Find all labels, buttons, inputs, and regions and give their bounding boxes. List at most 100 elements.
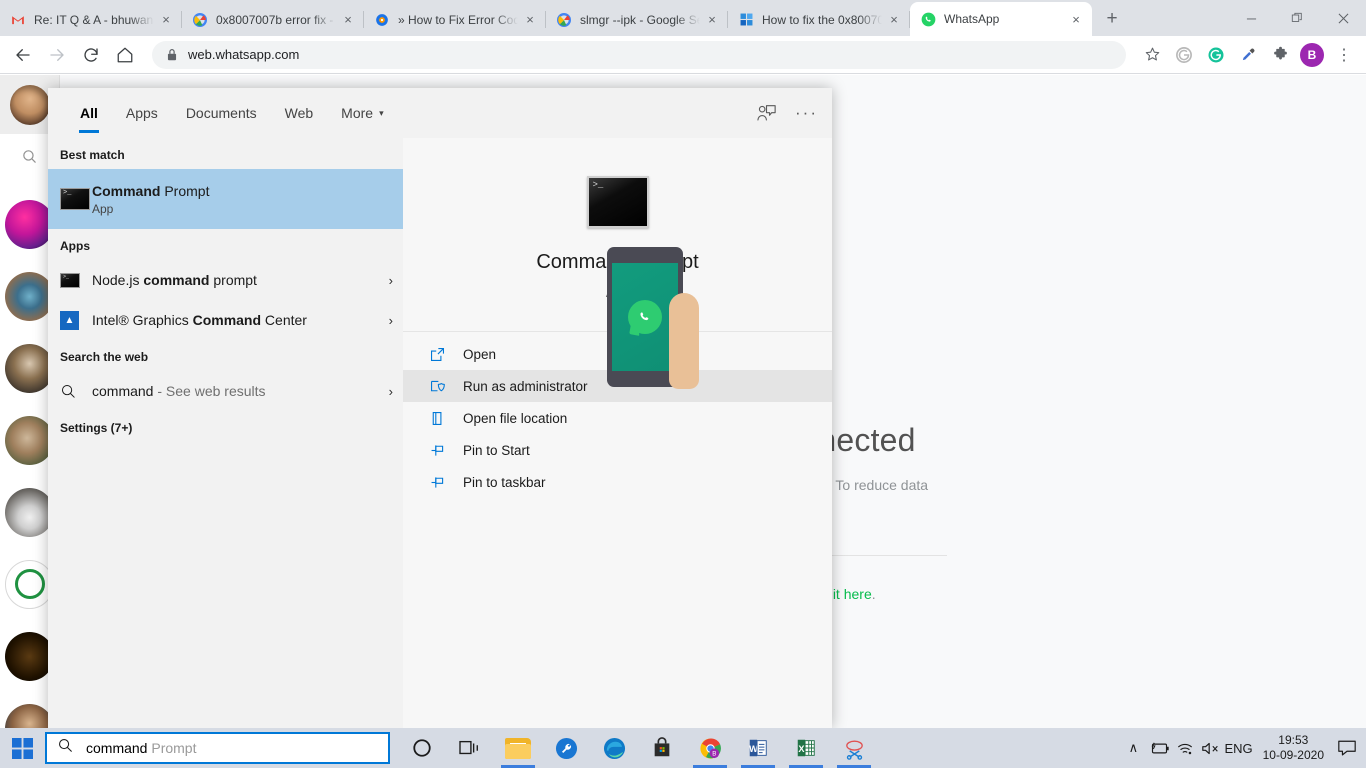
shield-run-icon: [429, 378, 463, 395]
tab-apps[interactable]: Apps: [112, 88, 172, 138]
file-explorer-button[interactable]: [494, 728, 542, 768]
show-hidden-icons-button[interactable]: ∧: [1120, 728, 1146, 768]
wifi-icon[interactable]: [1172, 728, 1198, 768]
tab-documents[interactable]: Documents: [172, 88, 271, 138]
result-web-command[interactable]: command - See web results ›: [48, 371, 403, 411]
maximize-restore-button[interactable]: [1274, 0, 1320, 36]
avatar: [5, 416, 54, 465]
result-title-rest: Prompt: [160, 183, 209, 199]
command-prompt-icon: [60, 188, 92, 210]
avatar: [5, 272, 54, 321]
chevron-right-icon[interactable]: ›: [383, 384, 393, 399]
cortana-button[interactable]: [398, 728, 446, 768]
snip-and-sketch-button[interactable]: [830, 728, 878, 768]
browser-tab-label: slmgr --ipk - Google Se: [580, 13, 700, 27]
clock[interactable]: 19:53 10-09-2020: [1253, 733, 1334, 763]
close-icon[interactable]: ×: [158, 12, 174, 28]
volume-muted-icon[interactable]: [1198, 728, 1224, 768]
action-pin-to-start[interactable]: Pin to Start: [403, 434, 832, 466]
action-label: Pin to taskbar: [463, 475, 546, 490]
close-icon[interactable]: ×: [886, 12, 902, 28]
browser-tab-5[interactable]: WhatsApp ×: [910, 2, 1092, 36]
browser-toolbar: web.whatsapp.com B ⋮: [0, 36, 1366, 74]
start-button[interactable]: [0, 728, 45, 768]
action-pin-to-taskbar[interactable]: Pin to taskbar: [403, 466, 832, 498]
svg-text:X: X: [798, 744, 805, 754]
address-bar[interactable]: web.whatsapp.com: [152, 41, 1126, 69]
tab-all[interactable]: All: [66, 88, 112, 138]
action-open-file-location[interactable]: Open file location: [403, 402, 832, 434]
browser-tab-3[interactable]: slmgr --ipk - Google Se ×: [546, 3, 728, 36]
close-icon[interactable]: ×: [704, 12, 720, 28]
result-best-match-command-prompt[interactable]: Command Prompt App: [48, 169, 403, 229]
whatsapp-icon: [920, 11, 936, 27]
chevron-right-icon[interactable]: ›: [383, 273, 393, 288]
browser-tab-bar: Re: IT Q & A - bhuwana × 0x8007007b erro…: [0, 0, 1366, 36]
battery-charging-icon[interactable]: [1146, 728, 1172, 768]
reload-icon[interactable]: [76, 40, 106, 70]
svg-text:B: B: [712, 750, 716, 757]
google-chrome-button[interactable]: B: [686, 728, 734, 768]
screen: Re: IT Q & A - bhuwana × 0x8007007b erro…: [0, 0, 1366, 768]
forward-icon[interactable]: [42, 40, 72, 70]
browser-tab-4[interactable]: How to fix the 0x800700 ×: [728, 3, 910, 36]
new-tab-button[interactable]: +: [1098, 5, 1126, 33]
task-view-button[interactable]: [446, 728, 494, 768]
tab-web[interactable]: Web: [271, 88, 328, 138]
action-label: Open file location: [463, 411, 567, 426]
eyedropper-icon[interactable]: [1234, 41, 1262, 69]
microsoft-store-button[interactable]: [638, 728, 686, 768]
microsoft-word-button[interactable]: W: [734, 728, 782, 768]
my-avatar[interactable]: [10, 85, 50, 125]
open-icon: [429, 346, 463, 363]
feedback-person-icon[interactable]: [756, 104, 777, 123]
browser-tab-1[interactable]: 0x8007007b error fix - G ×: [182, 3, 364, 36]
chrome-menu-icon[interactable]: ⋮: [1330, 41, 1358, 69]
close-icon[interactable]: ×: [522, 12, 538, 28]
profile-avatar[interactable]: B: [1298, 41, 1326, 69]
close-icon[interactable]: ×: [340, 12, 356, 28]
taskbar-search-input[interactable]: command Prompt: [45, 732, 390, 764]
tab-more[interactable]: More ▾: [327, 88, 397, 138]
result-app-nodejs-command-prompt[interactable]: Node.js command prompt ›: [48, 260, 403, 300]
search-results-list: Best match Command Prompt App Apps Node.…: [48, 138, 403, 728]
result-query: command: [92, 383, 153, 399]
settings-tool-button[interactable]: [542, 728, 590, 768]
result-title: command - See web results: [92, 383, 383, 399]
window-controls: [1228, 0, 1366, 36]
result-title-pre: Node.js: [92, 272, 143, 288]
taskbar-app-buttons: B W X: [398, 728, 878, 768]
result-title-bold: command: [143, 272, 209, 288]
minimize-button[interactable]: [1228, 0, 1274, 36]
close-icon[interactable]: ×: [1068, 11, 1084, 27]
avatar: [5, 200, 54, 249]
microsoft-edge-button[interactable]: [590, 728, 638, 768]
grammarly-g-icon[interactable]: [1202, 41, 1230, 69]
back-icon[interactable]: [8, 40, 38, 70]
microsoft-excel-button[interactable]: X: [782, 728, 830, 768]
chevron-right-icon[interactable]: ›: [383, 313, 393, 328]
result-query-suffix: - See web results: [153, 383, 265, 399]
home-icon[interactable]: [110, 40, 140, 70]
gmail-icon: [10, 12, 26, 28]
close-window-button[interactable]: [1320, 0, 1366, 36]
extensions-puzzle-icon[interactable]: [1266, 41, 1294, 69]
tab-label: All: [80, 105, 98, 121]
avatar: [5, 632, 54, 681]
browser-tab-label: 0x8007007b error fix - G: [216, 13, 336, 27]
result-app-intel-graphics-command-center[interactable]: ▲ Intel® Graphics Command Center ›: [48, 300, 403, 340]
group-header-search-the-web: Search the web: [48, 340, 403, 371]
address-text: web.whatsapp.com: [188, 47, 299, 62]
language-indicator[interactable]: ENG: [1224, 728, 1252, 768]
clock-time: 19:53: [1278, 733, 1308, 748]
bookmark-star-icon[interactable]: [1138, 41, 1166, 69]
browser-tab-2[interactable]: » How to Fix Error Code ×: [364, 3, 546, 36]
grammarly-icon[interactable]: [1170, 41, 1198, 69]
nodejs-icon: [60, 273, 92, 288]
action-label: Pin to Start: [463, 443, 530, 458]
action-center-icon[interactable]: [1334, 728, 1360, 768]
action-label: Open: [463, 347, 496, 362]
more-options-icon[interactable]: ···: [795, 103, 818, 123]
browser-tab-0[interactable]: Re: IT Q & A - bhuwana ×: [0, 3, 182, 36]
tab-label: Apps: [126, 105, 158, 121]
